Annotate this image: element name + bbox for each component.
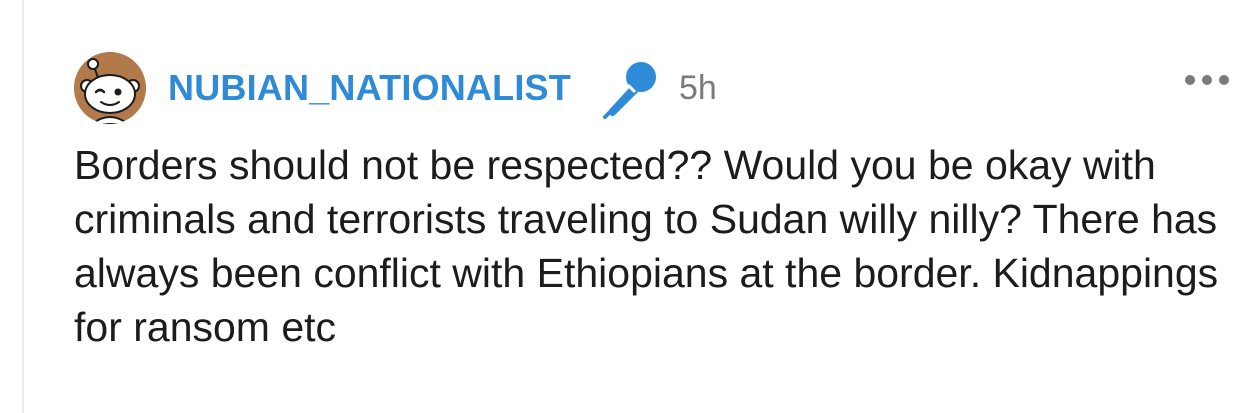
more-options-icon[interactable] (1182, 70, 1232, 90)
comment-body: Borders should not be respected?? Would … (74, 142, 1219, 350)
username-link[interactable]: NUBIAN_NATIONALIST (168, 70, 571, 106)
avatar[interactable] (74, 52, 146, 124)
timestamp: 5h (678, 69, 717, 107)
microphone-icon (602, 62, 656, 119)
snoo-avatar-icon (74, 52, 146, 124)
comment: NUBIAN_NATIONALIST 5h Borders should not… (0, 0, 1248, 413)
comment-header: NUBIAN_NATIONALIST 5h (74, 50, 1234, 126)
